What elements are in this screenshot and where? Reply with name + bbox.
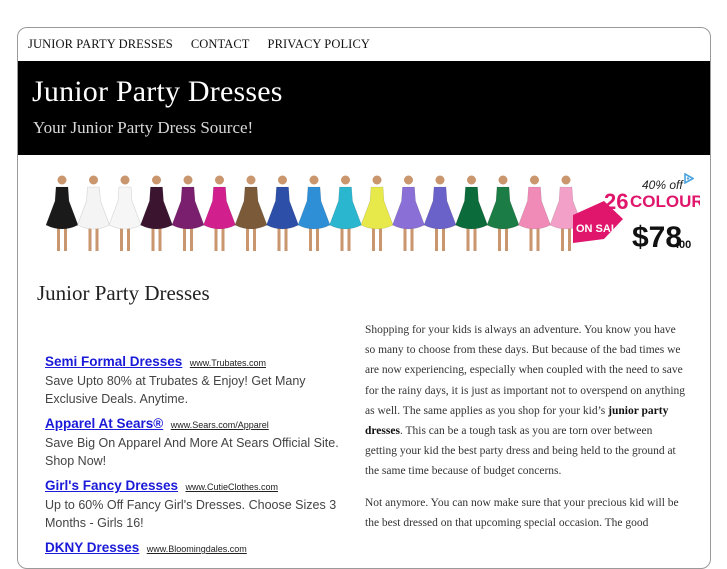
top-nav: JUNIOR PARTY DRESSES CONTACT PRIVACY POL…: [18, 28, 710, 60]
sponsored-ads: Semi Formal Dresses www.Trubates.com Sav…: [45, 353, 345, 564]
dress-figure: [486, 175, 520, 251]
dress-figure: [329, 175, 362, 251]
nav-link-home[interactable]: JUNIOR PARTY DRESSES: [28, 37, 173, 52]
dress-figure: [140, 175, 173, 251]
ad-url-link[interactable]: www.CutieClothes.com: [186, 482, 279, 492]
dress-figure: [234, 175, 268, 251]
article-paragraph: Shopping for your kids is always an adve…: [365, 320, 687, 482]
article-text: Shopping for your kids is always an adve…: [365, 324, 686, 417]
dress-figure: [423, 175, 457, 251]
ad-description: Save Upto 80% at Trubates & Enjoy! Get M…: [45, 374, 306, 406]
ad-title-link[interactable]: Semi Formal Dresses: [45, 354, 182, 369]
ad-item: Girl's Fancy Dresses www.CutieClothes.co…: [45, 477, 345, 532]
site-title[interactable]: Junior Party Dresses: [32, 75, 283, 109]
dress-figure: [108, 175, 142, 251]
ad-url-link[interactable]: www.Bloomingdales.com: [147, 544, 247, 554]
page-title: Junior Party Dresses: [37, 281, 210, 305]
banner-ad[interactable]: ON SALE 26 40% off COLOUR $78 .00: [38, 173, 700, 255]
article-content: Shopping for your kids is always an adve…: [365, 320, 687, 544]
banner-discount: 40% off: [642, 178, 684, 192]
ad-description: Up to 60% Off Fancy Girl's Dresses. Choo…: [45, 498, 337, 530]
dress-figure: [203, 175, 236, 251]
ad-item: DKNY Dresses www.Bloomingdales.com: [45, 539, 345, 557]
dress-figure: [297, 175, 331, 251]
nav-link-contact[interactable]: CONTACT: [191, 37, 250, 52]
article-paragraph: Not anymore. You can now make sure that …: [365, 496, 679, 529]
banner-colour: COLOUR: [630, 192, 700, 211]
site-header: Junior Party Dresses Your Junior Party D…: [18, 61, 710, 155]
banner-price-cents: .00: [676, 239, 691, 251]
dress-figure: [77, 175, 110, 251]
dress-figure: [360, 175, 394, 251]
ad-item: Apparel At Sears® www.Sears.com/Apparel …: [45, 415, 345, 470]
banner-ad-image[interactable]: ON SALE 26 40% off COLOUR $78 .00: [38, 173, 700, 255]
article-text: . This can be a tough task as you are to…: [365, 425, 676, 478]
ad-description: Save Big On Apparel And More At Sears Of…: [45, 436, 339, 468]
dress-figure: [171, 175, 205, 251]
dress-figure: [45, 175, 79, 251]
dress-figure: [518, 175, 551, 251]
banner-count: 26: [604, 189, 628, 214]
adchoices-icon[interactable]: [683, 173, 694, 184]
dress-figure: [392, 175, 425, 251]
ad-title-link[interactable]: Apparel At Sears®: [45, 416, 163, 431]
dress-figure: [266, 175, 299, 251]
ad-url-link[interactable]: www.Trubates.com: [190, 358, 266, 368]
dress-row: [45, 175, 583, 251]
dress-figure: [455, 175, 488, 251]
site-tagline: Your Junior Party Dress Source!: [33, 118, 254, 137]
nav-link-privacy-policy[interactable]: PRIVACY POLICY: [268, 37, 370, 52]
banner-price: $78: [632, 221, 682, 254]
ad-title-link[interactable]: DKNY Dresses: [45, 540, 139, 555]
ad-title-link[interactable]: Girl's Fancy Dresses: [45, 478, 178, 493]
page-frame: JUNIOR PARTY DRESSES CONTACT PRIVACY POL…: [17, 27, 711, 569]
ad-item: Semi Formal Dresses www.Trubates.com Sav…: [45, 353, 345, 408]
ad-url-link[interactable]: www.Sears.com/Apparel: [171, 420, 269, 430]
svg-text:ON SALE: ON SALE: [576, 223, 625, 235]
